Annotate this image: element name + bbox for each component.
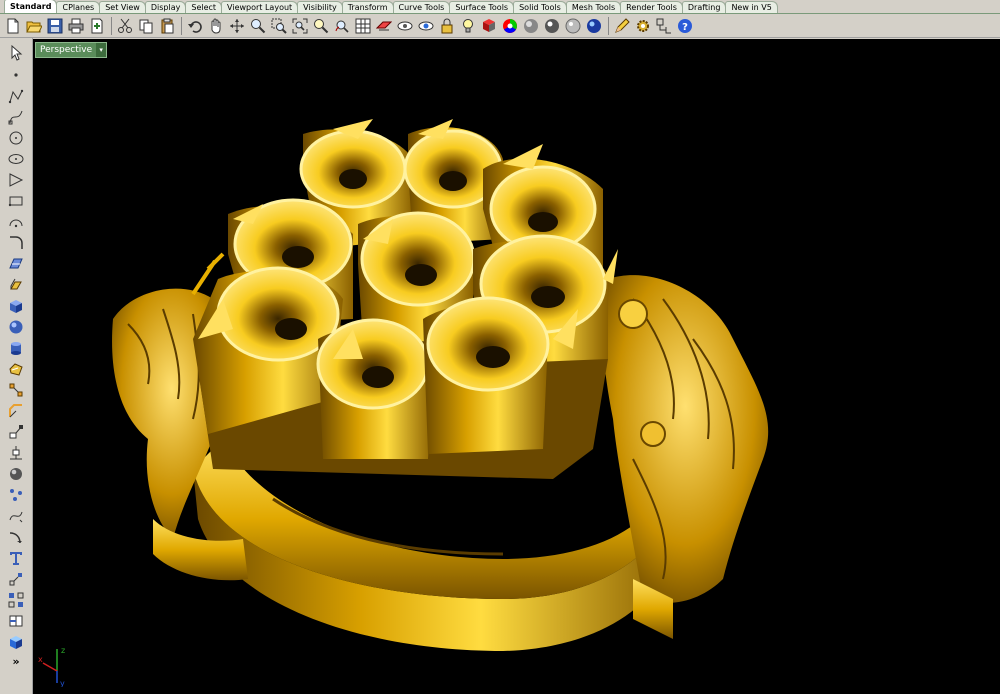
tab-visibility[interactable]: Visibility [297, 1, 343, 13]
gear-options-icon[interactable] [633, 16, 653, 36]
set-cplane-icon[interactable] [374, 16, 394, 36]
viewport-name: Perspective [40, 45, 93, 55]
align-icon[interactable] [6, 444, 26, 462]
cylinder-icon[interactable] [6, 339, 26, 357]
tab-mesh-tools[interactable]: Mesh Tools [565, 1, 622, 13]
zoom-extents-icon[interactable] [290, 16, 310, 36]
new-file-icon[interactable] [3, 16, 23, 36]
select-arrow-icon[interactable] [6, 44, 26, 62]
curve-icon[interactable] [6, 108, 26, 126]
render-icon[interactable] [6, 633, 26, 651]
axis-label-z: z [61, 646, 65, 655]
tab-drafting[interactable]: Drafting [681, 1, 727, 13]
toolbar-separator [608, 16, 609, 35]
axis-label-x: x [38, 655, 43, 664]
fillet-icon[interactable] [6, 234, 26, 252]
rebuild-curve-icon[interactable] [6, 507, 26, 525]
gold-ring-model [112, 119, 769, 651]
tab-curve-tools[interactable]: Curve Tools [392, 1, 451, 13]
svg-text:?: ? [682, 22, 688, 33]
tab-surface-tools[interactable]: Surface Tools [449, 1, 515, 13]
ellipse-icon[interactable] [6, 150, 26, 168]
rotate-view-icon[interactable] [227, 16, 247, 36]
polyline-icon[interactable] [6, 87, 26, 105]
rectangle-icon[interactable] [6, 192, 26, 210]
text-icon[interactable] [6, 549, 26, 567]
analyze-icon[interactable] [6, 381, 26, 399]
arc-icon[interactable] [6, 213, 26, 231]
color-wheel-icon[interactable] [500, 16, 520, 36]
toolbar-separator [111, 16, 112, 35]
properties-icon[interactable] [654, 16, 674, 36]
transform-icon[interactable] [6, 423, 26, 441]
points-on-icon[interactable] [6, 486, 26, 504]
undo-icon[interactable] [185, 16, 205, 36]
rendered-view-icon[interactable] [542, 16, 562, 36]
pencil-options-icon[interactable] [612, 16, 632, 36]
dimension-icon[interactable] [6, 570, 26, 588]
tab-viewport-layout[interactable]: Viewport Layout [221, 1, 299, 13]
tab-cplanes[interactable]: CPlanes [56, 1, 101, 13]
zoom-icon[interactable] [248, 16, 268, 36]
sweep-icon[interactable] [6, 528, 26, 546]
boolean-union-icon[interactable] [6, 360, 26, 378]
light-bulb-icon[interactable] [458, 16, 478, 36]
circle-icon[interactable] [6, 129, 26, 147]
toolbar-tab-bar: Standard CPlanes Set View Display Select… [0, 0, 1000, 14]
axis-label-y: y [60, 679, 65, 687]
extrude-icon[interactable] [6, 276, 26, 294]
chevron-down-icon[interactable]: ▾ [96, 43, 107, 57]
help-icon[interactable]: ? [675, 16, 695, 36]
surface-icon[interactable] [6, 255, 26, 273]
group-icon[interactable] [6, 591, 26, 609]
tab-solid-tools[interactable]: Solid Tools [513, 1, 567, 13]
mesh-sphere-icon[interactable] [6, 465, 26, 483]
toolbar-separator [181, 16, 182, 35]
tab-set-view[interactable]: Set View [99, 1, 146, 13]
undo-view-icon[interactable] [332, 16, 352, 36]
ghosted-view-icon[interactable] [563, 16, 583, 36]
polygon-icon[interactable] [6, 171, 26, 189]
more-tools-icon[interactable]: » [6, 652, 26, 670]
world-axes-icon: z x y [38, 646, 65, 687]
tab-new-in-v5[interactable]: New in V5 [725, 1, 778, 13]
viewport-title-tab[interactable]: Perspective ▾ [35, 42, 108, 58]
split-icon[interactable] [6, 612, 26, 630]
xray-view-icon[interactable] [584, 16, 604, 36]
tab-standard[interactable]: Standard [4, 0, 58, 13]
tab-display[interactable]: Display [144, 1, 187, 13]
pan-hand-icon[interactable] [206, 16, 226, 36]
tab-transform[interactable]: Transform [341, 1, 394, 13]
print-icon[interactable] [66, 16, 86, 36]
render-material-icon[interactable] [479, 16, 499, 36]
perspective-viewport[interactable]: Perspective ▾ z x y [33, 39, 1000, 694]
open-file-icon[interactable] [24, 16, 44, 36]
import-icon[interactable] [87, 16, 107, 36]
copy-icon[interactable] [136, 16, 156, 36]
tab-select[interactable]: Select [185, 1, 223, 13]
lock-object-icon[interactable] [437, 16, 457, 36]
tab-render-tools[interactable]: Render Tools [620, 1, 683, 13]
paste-icon[interactable] [157, 16, 177, 36]
main-toolbar-left: » [0, 38, 33, 694]
box-icon[interactable] [6, 297, 26, 315]
point-icon[interactable] [6, 66, 26, 84]
zoom-window-icon[interactable] [269, 16, 289, 36]
zoom-selected-icon[interactable] [311, 16, 331, 36]
cut-icon[interactable] [115, 16, 135, 36]
sphere-icon[interactable] [6, 318, 26, 336]
save-icon[interactable] [45, 16, 65, 36]
gumball-move-icon[interactable] [6, 402, 26, 420]
shaded-view-icon[interactable] [521, 16, 541, 36]
grid-icon[interactable] [353, 16, 373, 36]
hide-object-icon[interactable] [395, 16, 415, 36]
standard-toolbar: ? [0, 14, 1000, 38]
show-object-icon[interactable] [416, 16, 436, 36]
